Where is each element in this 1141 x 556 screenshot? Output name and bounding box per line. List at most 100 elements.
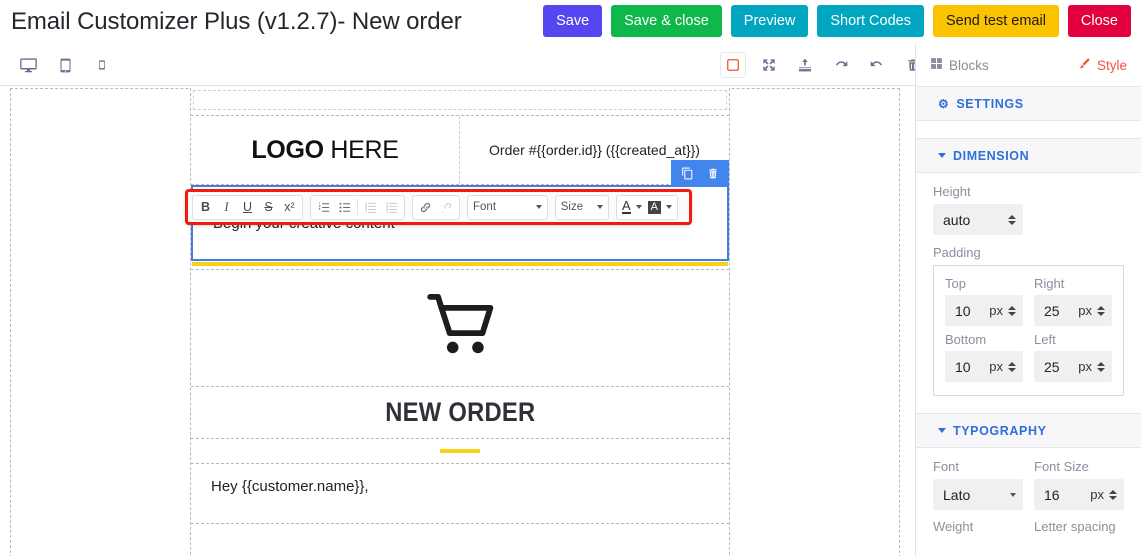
save-button[interactable]: Save — [543, 5, 603, 37]
shopping-cart-icon — [422, 289, 498, 367]
font-size-input[interactable]: 16 px — [1034, 479, 1124, 510]
italic-button[interactable]: I — [216, 196, 237, 219]
tab-blocks[interactable]: Blocks — [930, 57, 989, 73]
email-row-header[interactable]: LOGO HERE Order #{{order.id}} ({{created… — [191, 116, 729, 185]
height-stepper-icon[interactable] — [1008, 214, 1016, 225]
preview-button[interactable]: Preview — [730, 5, 809, 37]
background-color-letter: A — [647, 200, 661, 214]
rte-text-format-group: B I U S x² — [192, 194, 303, 220]
chevron-down-icon — [635, 205, 642, 209]
padding-top-label: Top — [945, 276, 966, 291]
short-codes-button[interactable]: Short Codes — [817, 5, 924, 37]
chevron-down-icon — [938, 153, 946, 158]
email-cell-spacer[interactable] — [193, 90, 727, 110]
brush-icon — [1077, 57, 1091, 74]
settings-header-label: SETTINGS — [956, 96, 1024, 111]
greeting-text[interactable]: Hey {{customer.name}}, — [211, 478, 369, 495]
logo-light-text: HERE — [323, 135, 399, 164]
height-label: Height — [933, 184, 971, 199]
outdent-button[interactable] — [360, 196, 381, 219]
block-action-toolbar — [671, 160, 729, 187]
mobile-icon[interactable] — [88, 51, 116, 79]
ordered-list-button[interactable] — [313, 196, 334, 219]
borders-toggle-icon[interactable] — [720, 52, 746, 78]
delete-block-icon[interactable] — [705, 166, 720, 181]
fullscreen-icon[interactable] — [756, 52, 782, 78]
font-size-value: 16 — [1044, 486, 1060, 503]
padding-left-field: Left 25 px — [1034, 332, 1112, 382]
settings-panel-header[interactable]: ⚙ SETTINGS — [916, 86, 1141, 121]
redo-icon[interactable] — [864, 52, 890, 78]
padding-top-input[interactable]: 10 px — [945, 295, 1023, 326]
unordered-list-button[interactable] — [334, 196, 355, 219]
text-color-button[interactable]: A — [619, 196, 645, 219]
padding-right-stepper-icon[interactable] — [1097, 305, 1105, 316]
panel-spacer — [916, 121, 1141, 138]
email-row-cart[interactable] — [191, 270, 729, 387]
email-row-accent[interactable] — [191, 439, 729, 464]
font-size-value: Size — [560, 201, 584, 213]
padding-top-value: 10 — [955, 302, 971, 319]
email-row-greeting[interactable]: Hey {{customer.name}}, — [191, 464, 729, 524]
order-meta-text: Order #{{order.id}} ({{created_at}}) — [489, 142, 700, 158]
desktop-icon[interactable] — [14, 51, 42, 79]
font-family-select[interactable]: Font — [467, 194, 548, 220]
padding-right-label: Right — [1034, 276, 1065, 291]
save-and-close-button[interactable]: Save & close — [611, 5, 722, 37]
bold-button[interactable]: B — [195, 196, 216, 219]
logo-placeholder[interactable]: LOGO HERE — [251, 135, 399, 165]
email-title-text[interactable]: NEW ORDER — [385, 397, 535, 428]
canvas-tools-group — [720, 44, 926, 86]
blocks-grid-icon — [930, 57, 943, 73]
send-test-email-button[interactable]: Send test email — [932, 5, 1059, 37]
close-button[interactable]: Close — [1067, 5, 1131, 37]
padding-bottom-unit: px — [989, 359, 1003, 374]
font-field: Font Lato — [933, 459, 1023, 510]
rte-color-group: A A — [615, 194, 678, 220]
insert-link-button[interactable] — [415, 196, 436, 219]
padding-left-input[interactable]: 25 px — [1034, 351, 1112, 382]
chevron-down-icon — [666, 205, 672, 209]
email-canvas[interactable]: LOGO HERE Order #{{order.id}} ({{created… — [0, 86, 915, 556]
superscript-button[interactable]: x² — [279, 196, 300, 219]
padding-bottom-stepper-icon[interactable] — [1008, 361, 1016, 372]
email-body-wrapper: LOGO HERE Order #{{order.id}} ({{created… — [190, 88, 730, 556]
strikethrough-button[interactable]: S — [258, 196, 279, 219]
tablet-icon[interactable] — [51, 51, 79, 79]
font-select[interactable]: Lato — [933, 479, 1023, 510]
tab-style-label: Style — [1096, 57, 1127, 73]
font-size-stepper-icon[interactable] — [1109, 489, 1117, 500]
padding-right-field: Right 25 px — [1034, 276, 1112, 326]
email-row-spacer[interactable] — [191, 90, 729, 116]
email-cell-logo[interactable]: LOGO HERE — [191, 116, 460, 184]
unlink-button[interactable] — [436, 196, 457, 219]
font-family-value: Font — [473, 201, 497, 213]
logo-bold-text: LOGO — [251, 135, 324, 164]
padding-bottom-label: Bottom — [945, 332, 987, 347]
padding-right-value: 25 — [1044, 302, 1060, 319]
font-size-select[interactable]: Size — [554, 194, 609, 220]
export-icon[interactable] — [792, 52, 818, 78]
copy-block-icon[interactable] — [680, 166, 695, 181]
font-size-label: Font Size — [1034, 459, 1089, 474]
email-row-divider[interactable] — [191, 262, 729, 270]
underline-button[interactable]: U — [237, 196, 258, 219]
padding-bottom-field: Bottom 10 px — [945, 332, 1023, 382]
page-title: Email Customizer Plus (v1.2.7)- New orde… — [11, 8, 462, 35]
indent-button[interactable] — [381, 196, 402, 219]
padding-right-input[interactable]: 25 px — [1034, 295, 1112, 326]
email-row-title[interactable]: NEW ORDER — [191, 387, 729, 439]
padding-left-stepper-icon[interactable] — [1097, 361, 1105, 372]
dimension-section-body: Height auto Padding Top 10 px Right 25 p… — [916, 173, 1141, 396]
padding-top-stepper-icon[interactable] — [1008, 305, 1016, 316]
typography-section-header[interactable]: TYPOGRAPHY — [916, 413, 1141, 448]
height-input[interactable]: auto — [933, 204, 1023, 235]
undo-icon[interactable] — [828, 52, 854, 78]
dimension-section-header[interactable]: DIMENSION — [916, 138, 1141, 173]
padding-bottom-input[interactable]: 10 px — [945, 351, 1023, 382]
padding-group: Top 10 px Right 25 px Bottom 10 px Left … — [933, 265, 1124, 396]
background-color-button[interactable]: A — [645, 196, 675, 219]
dimension-section-label: DIMENSION — [953, 148, 1030, 163]
settings-panel: ⚙ SETTINGS DIMENSION Height auto Padding… — [915, 86, 1141, 556]
tab-style[interactable]: Style — [1077, 57, 1127, 74]
